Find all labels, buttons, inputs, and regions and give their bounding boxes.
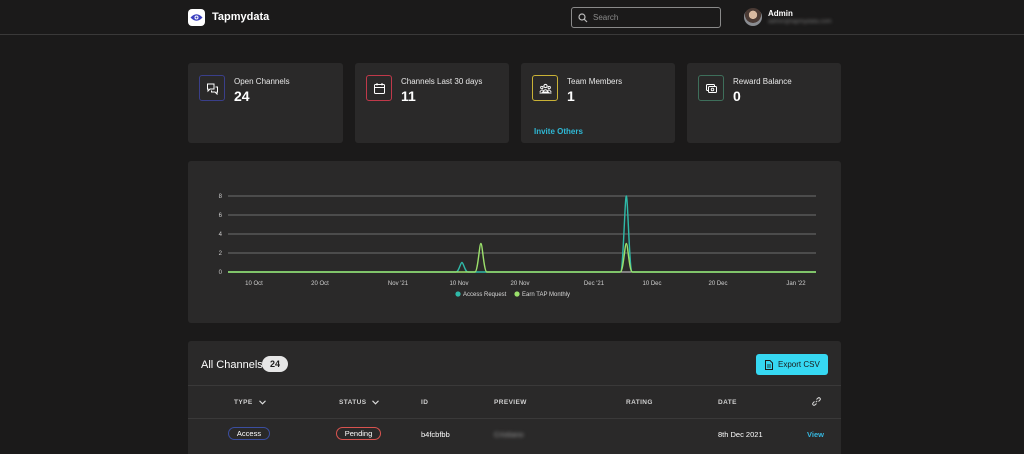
column-header-id: ID [421,399,429,406]
all-channels-table: All Channels 24 Export CSV TYPE STATUS I… [188,341,841,454]
column-header-preview: PREVIEW [494,399,527,406]
link-icon [812,397,821,406]
legend-swatch [514,291,520,297]
app-logo[interactable] [188,9,205,26]
document-icon [765,360,773,370]
chevron-down-icon [258,400,266,405]
stat-label: Reward Balance [733,77,792,86]
team-icon [539,83,552,94]
y-tick-label: 0 [219,270,223,276]
avatar[interactable] [744,8,762,26]
stat-icon-frame [199,75,225,101]
stat-value: 11 [401,88,416,104]
stat-icon-frame [366,75,392,101]
stat-value: 24 [234,88,250,104]
table-header: TYPE STATUS ID PREVIEW RATING DATE [188,385,841,419]
status-badge: Pending [336,427,381,440]
x-tick-label: Nov '21 [388,281,409,287]
view-channel-link[interactable]: View [807,430,824,439]
table-title: All Channels [201,359,263,371]
y-tick-label: 6 [219,213,223,219]
table-row[interactable]: Access Pending b4fcbfbb Cristiano 8th De… [188,420,841,450]
x-tick-label: 20 Nov [510,281,529,287]
channel-count-badge: 24 [262,356,289,372]
x-tick-label: 20 Oct [311,281,329,287]
column-header-date: DATE [718,399,737,406]
chat-bubbles-icon [207,83,218,95]
top-bar: Tapmydata Admin admin@tapmydata.com [0,0,1024,35]
stat-value: 1 [567,88,575,104]
stat-label: Team Members [567,77,623,86]
chevron-down-icon [372,400,380,405]
invite-others-link[interactable]: Invite Others [534,127,583,136]
search-icon [578,13,588,23]
column-header-rating: RATING [626,399,653,406]
export-csv-label: Export CSV [778,360,820,369]
column-header-status[interactable]: STATUS [339,399,380,406]
column-header-type[interactable]: TYPE [234,399,266,406]
stat-card-channels-30-days: Channels Last 30 days 11 [355,63,509,143]
series-line [228,242,816,273]
channel-preview: Cristiano [494,430,524,439]
y-tick-label: 4 [219,232,223,238]
search-box[interactable] [571,7,721,28]
channel-id: b4fcbfbb [421,430,450,439]
user-name[interactable]: Admin [768,9,793,18]
eye-icon [190,14,203,21]
calendar-icon [374,83,385,94]
activity-chart: 0 2 4 6 8 10 Oct 20 Oct Nov '21 10 Nov 20 Nov Dec… [219,194,816,298]
x-tick-label: Dec '21 [584,281,605,287]
x-tick-label: 10 Oct [245,281,263,287]
search-input[interactable] [593,10,713,25]
x-tick-label: 10 Dec [642,281,661,287]
y-tick-label: 2 [219,251,223,257]
brand-name: Tapmydata [212,11,270,23]
stat-label: Open Channels [234,77,290,86]
stat-card-reward-balance: Reward Balance 0 [687,63,841,143]
type-badge: Access [228,427,270,440]
stat-icon-frame [698,75,724,101]
stat-value: 0 [733,88,741,104]
activity-chart-card: 0 2 4 6 8 10 Oct 20 Oct Nov '21 10 Nov 20 Nov Dec… [188,161,841,323]
channel-date: 8th Dec 2021 [718,430,763,439]
user-email: admin@tapmydata.com [768,19,832,25]
x-tick-label: Jan '22 [786,281,806,287]
legend-label: Earn TAP Monthly [522,292,570,298]
stat-card-open-channels: Open Channels 24 [188,63,343,143]
legend-label: Access Request [463,292,507,298]
y-tick-label: 8 [219,194,223,200]
stat-label: Channels Last 30 days [401,77,483,86]
x-tick-label: 20 Dec [708,281,727,287]
x-tick-label: 10 Nov [449,281,468,287]
stat-card-team-members: Team Members 1 Invite Others [521,63,675,143]
stat-icon-frame [532,75,558,101]
legend-swatch [455,291,461,297]
export-csv-button[interactable]: Export CSV [756,354,828,375]
coins-icon [706,84,717,93]
column-header-link[interactable] [812,397,821,407]
